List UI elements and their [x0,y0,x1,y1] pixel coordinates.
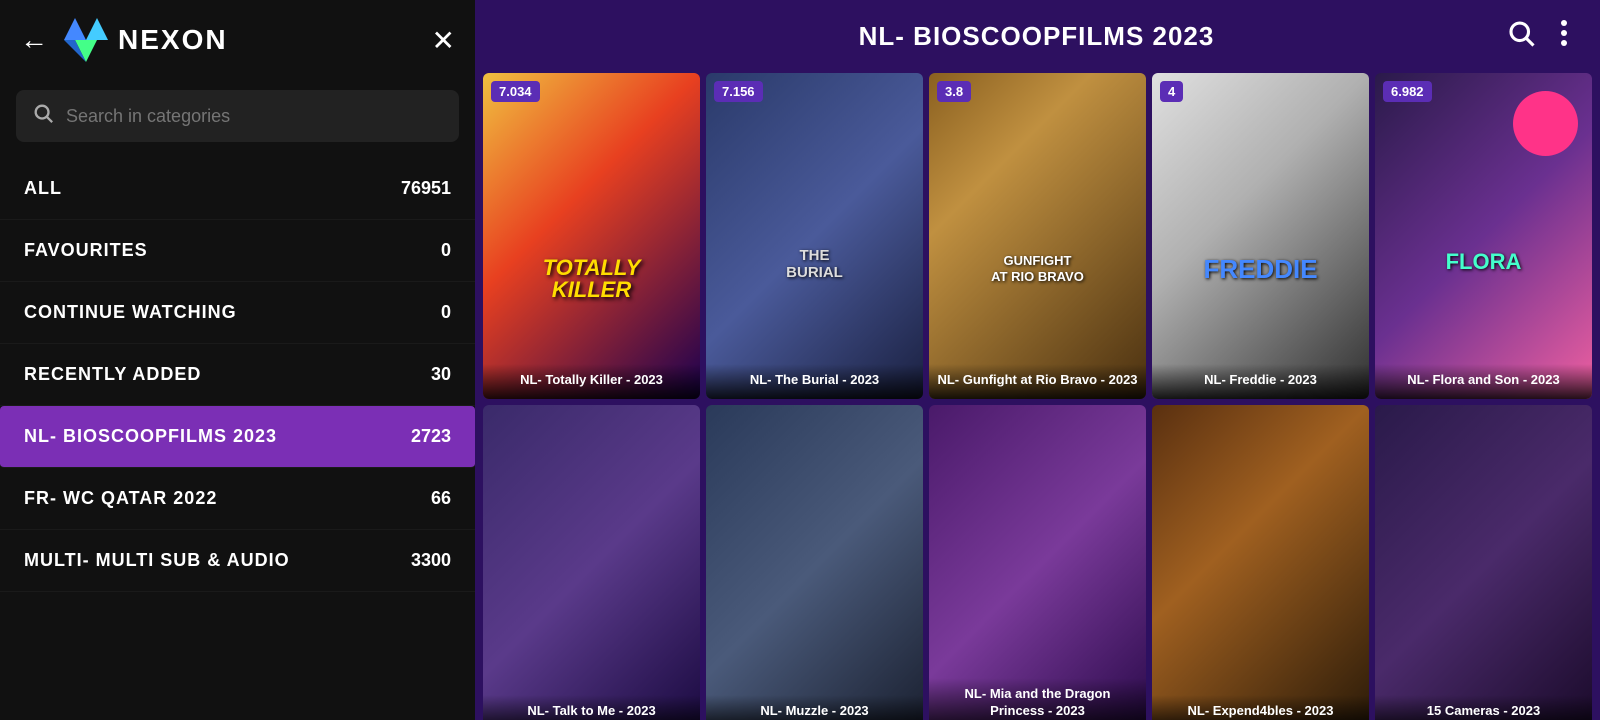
movies-grid-row2: NL- Talk to Me - 2023 NL- Muzzle - 2023 … [483,405,1592,720]
back-button[interactable]: ← [20,26,48,54]
movie-card-talk-to-me[interactable]: NL- Talk to Me - 2023 [483,405,700,720]
movie-title-gunfight: NL- Gunfight at Rio Bravo - 2023 [929,364,1146,399]
movie-card-flora[interactable]: FLORA 6.982 NL- Flora and Son - 2023 [1375,73,1592,399]
sidebar-item-continue-watching-label: CONTINUE WATCHING [24,302,237,323]
movie-title-mia: NL- Mia and the Dragon Princess - 2023 [929,678,1146,720]
movie-card-mia[interactable]: NL- Mia and the Dragon Princess - 2023 [929,405,1146,720]
sidebar-item-favourites[interactable]: FAVOURITES 0 [0,220,475,282]
sidebar-item-multi-sub-label: MULTI- MULTI SUB & AUDIO [24,550,290,571]
movie-title-burial: NL- The Burial - 2023 [706,364,923,399]
movie-card-burial[interactable]: THEBURIAL 7.156 NL- The Burial - 2023 [706,73,923,399]
logo-text: NEXON [118,24,228,56]
movie-title-cameras: 15 Cameras - 2023 [1375,695,1592,720]
rating-badge-freddie: 4 [1160,81,1183,102]
sidebar-item-all-label: ALL [24,178,62,199]
flora-headphone-art [1513,91,1578,156]
sidebar-header: ← NEXON ✕ [0,0,475,80]
search-header-button[interactable] [1506,18,1536,55]
sidebar-item-nl-bioscoopfilms-count: 2723 [411,426,451,447]
movie-title-muzzle: NL- Muzzle - 2023 [706,695,923,720]
sidebar-item-favourites-label: FAVOURITES [24,240,148,261]
movie-art-gunfight: GUNFIGHTAT RIO BRAVO [991,253,1084,284]
search-box[interactable] [16,90,459,142]
movie-art-freddie: FREDDIE [1203,254,1317,285]
movie-card-expend4bles[interactable]: NL- Expend4bles - 2023 [1152,405,1369,720]
sidebar-item-all[interactable]: ALL 76951 [0,158,475,220]
close-button[interactable]: ✕ [432,24,455,57]
search-input[interactable] [66,106,443,127]
movie-title-expend4bles: NL- Expend4bles - 2023 [1152,695,1369,720]
movie-card-freddie[interactable]: FREDDIE 4 NL- Freddie - 2023 [1152,73,1369,399]
movie-art-flora: FLORA [1446,249,1522,275]
movie-card-muzzle[interactable]: NL- Muzzle - 2023 [706,405,923,720]
rating-badge-gunfight: 3.8 [937,81,971,102]
sidebar-item-nl-bioscoopfilms-label: NL- BIOSCOOPFILMS 2023 [24,426,277,447]
sidebar-item-continue-watching[interactable]: CONTINUE WATCHING 0 [0,282,475,344]
rating-badge-burial: 7.156 [714,81,763,102]
movie-title-totally-killer: NL- Totally Killer - 2023 [483,364,700,399]
movie-title-talk-to-me: NL- Talk to Me - 2023 [483,695,700,720]
sidebar-item-recently-added-label: RECENTLY ADDED [24,364,201,385]
sidebar-item-recently-added-count: 30 [431,364,451,385]
header-actions [1506,18,1568,55]
main-header: NL- BIOSCOOPFILMS 2023 [475,0,1600,73]
rating-badge-totally-killer: 7.034 [491,81,540,102]
sidebar-item-multi-sub[interactable]: MULTI- MULTI SUB & AUDIO 3300 [0,530,475,592]
sidebar-item-fr-wc-qatar-label: FR- WC QATAR 2022 [24,488,217,509]
logo-container: NEXON [64,18,416,62]
rating-badge-flora: 6.982 [1383,81,1432,102]
sidebar-item-fr-wc-qatar[interactable]: FR- WC QATAR 2022 66 [0,468,475,530]
movies-grid-container: TOTALLYKILLER 7.034 NL- Totally Killer -… [475,73,1600,720]
sidebar-item-all-count: 76951 [401,178,451,199]
main-title: NL- BIOSCOOPFILMS 2023 [567,21,1506,52]
search-icon [32,102,54,130]
sidebar-item-multi-sub-count: 3300 [411,550,451,571]
sidebar: ← NEXON ✕ ALL 76951 FAVOURITE [0,0,475,720]
sidebar-item-fr-wc-qatar-count: 66 [431,488,451,509]
movie-card-cameras[interactable]: 15 Cameras - 2023 [1375,405,1592,720]
sidebar-item-favourites-count: 0 [441,240,451,261]
movie-art-burial: THEBURIAL [786,248,843,281]
sidebar-item-continue-watching-count: 0 [441,302,451,323]
movies-grid-row1: TOTALLYKILLER 7.034 NL- Totally Killer -… [483,73,1592,399]
movie-title-freddie: NL- Freddie - 2023 [1152,364,1369,399]
nav-list: ALL 76951 FAVOURITES 0 CONTINUE WATCHING… [0,158,475,720]
movie-art-totally-killer: TOTALLYKILLER [543,257,641,301]
sidebar-item-nl-bioscoopfilms[interactable]: NL- BIOSCOOPFILMS 2023 2723 [0,406,475,468]
nexon-logo-icon [64,18,108,62]
sidebar-item-recently-added[interactable]: RECENTLY ADDED 30 [0,344,475,406]
movie-card-gunfight[interactable]: GUNFIGHTAT RIO BRAVO 3.8 NL- Gunfight at… [929,73,1146,399]
more-options-button[interactable] [1560,19,1568,54]
movie-title-flora: NL- Flora and Son - 2023 [1375,364,1592,399]
main-content: NL- BIOSCOOPFILMS 2023 [475,0,1600,720]
movie-card-totally-killer[interactable]: TOTALLYKILLER 7.034 NL- Totally Killer -… [483,73,700,399]
